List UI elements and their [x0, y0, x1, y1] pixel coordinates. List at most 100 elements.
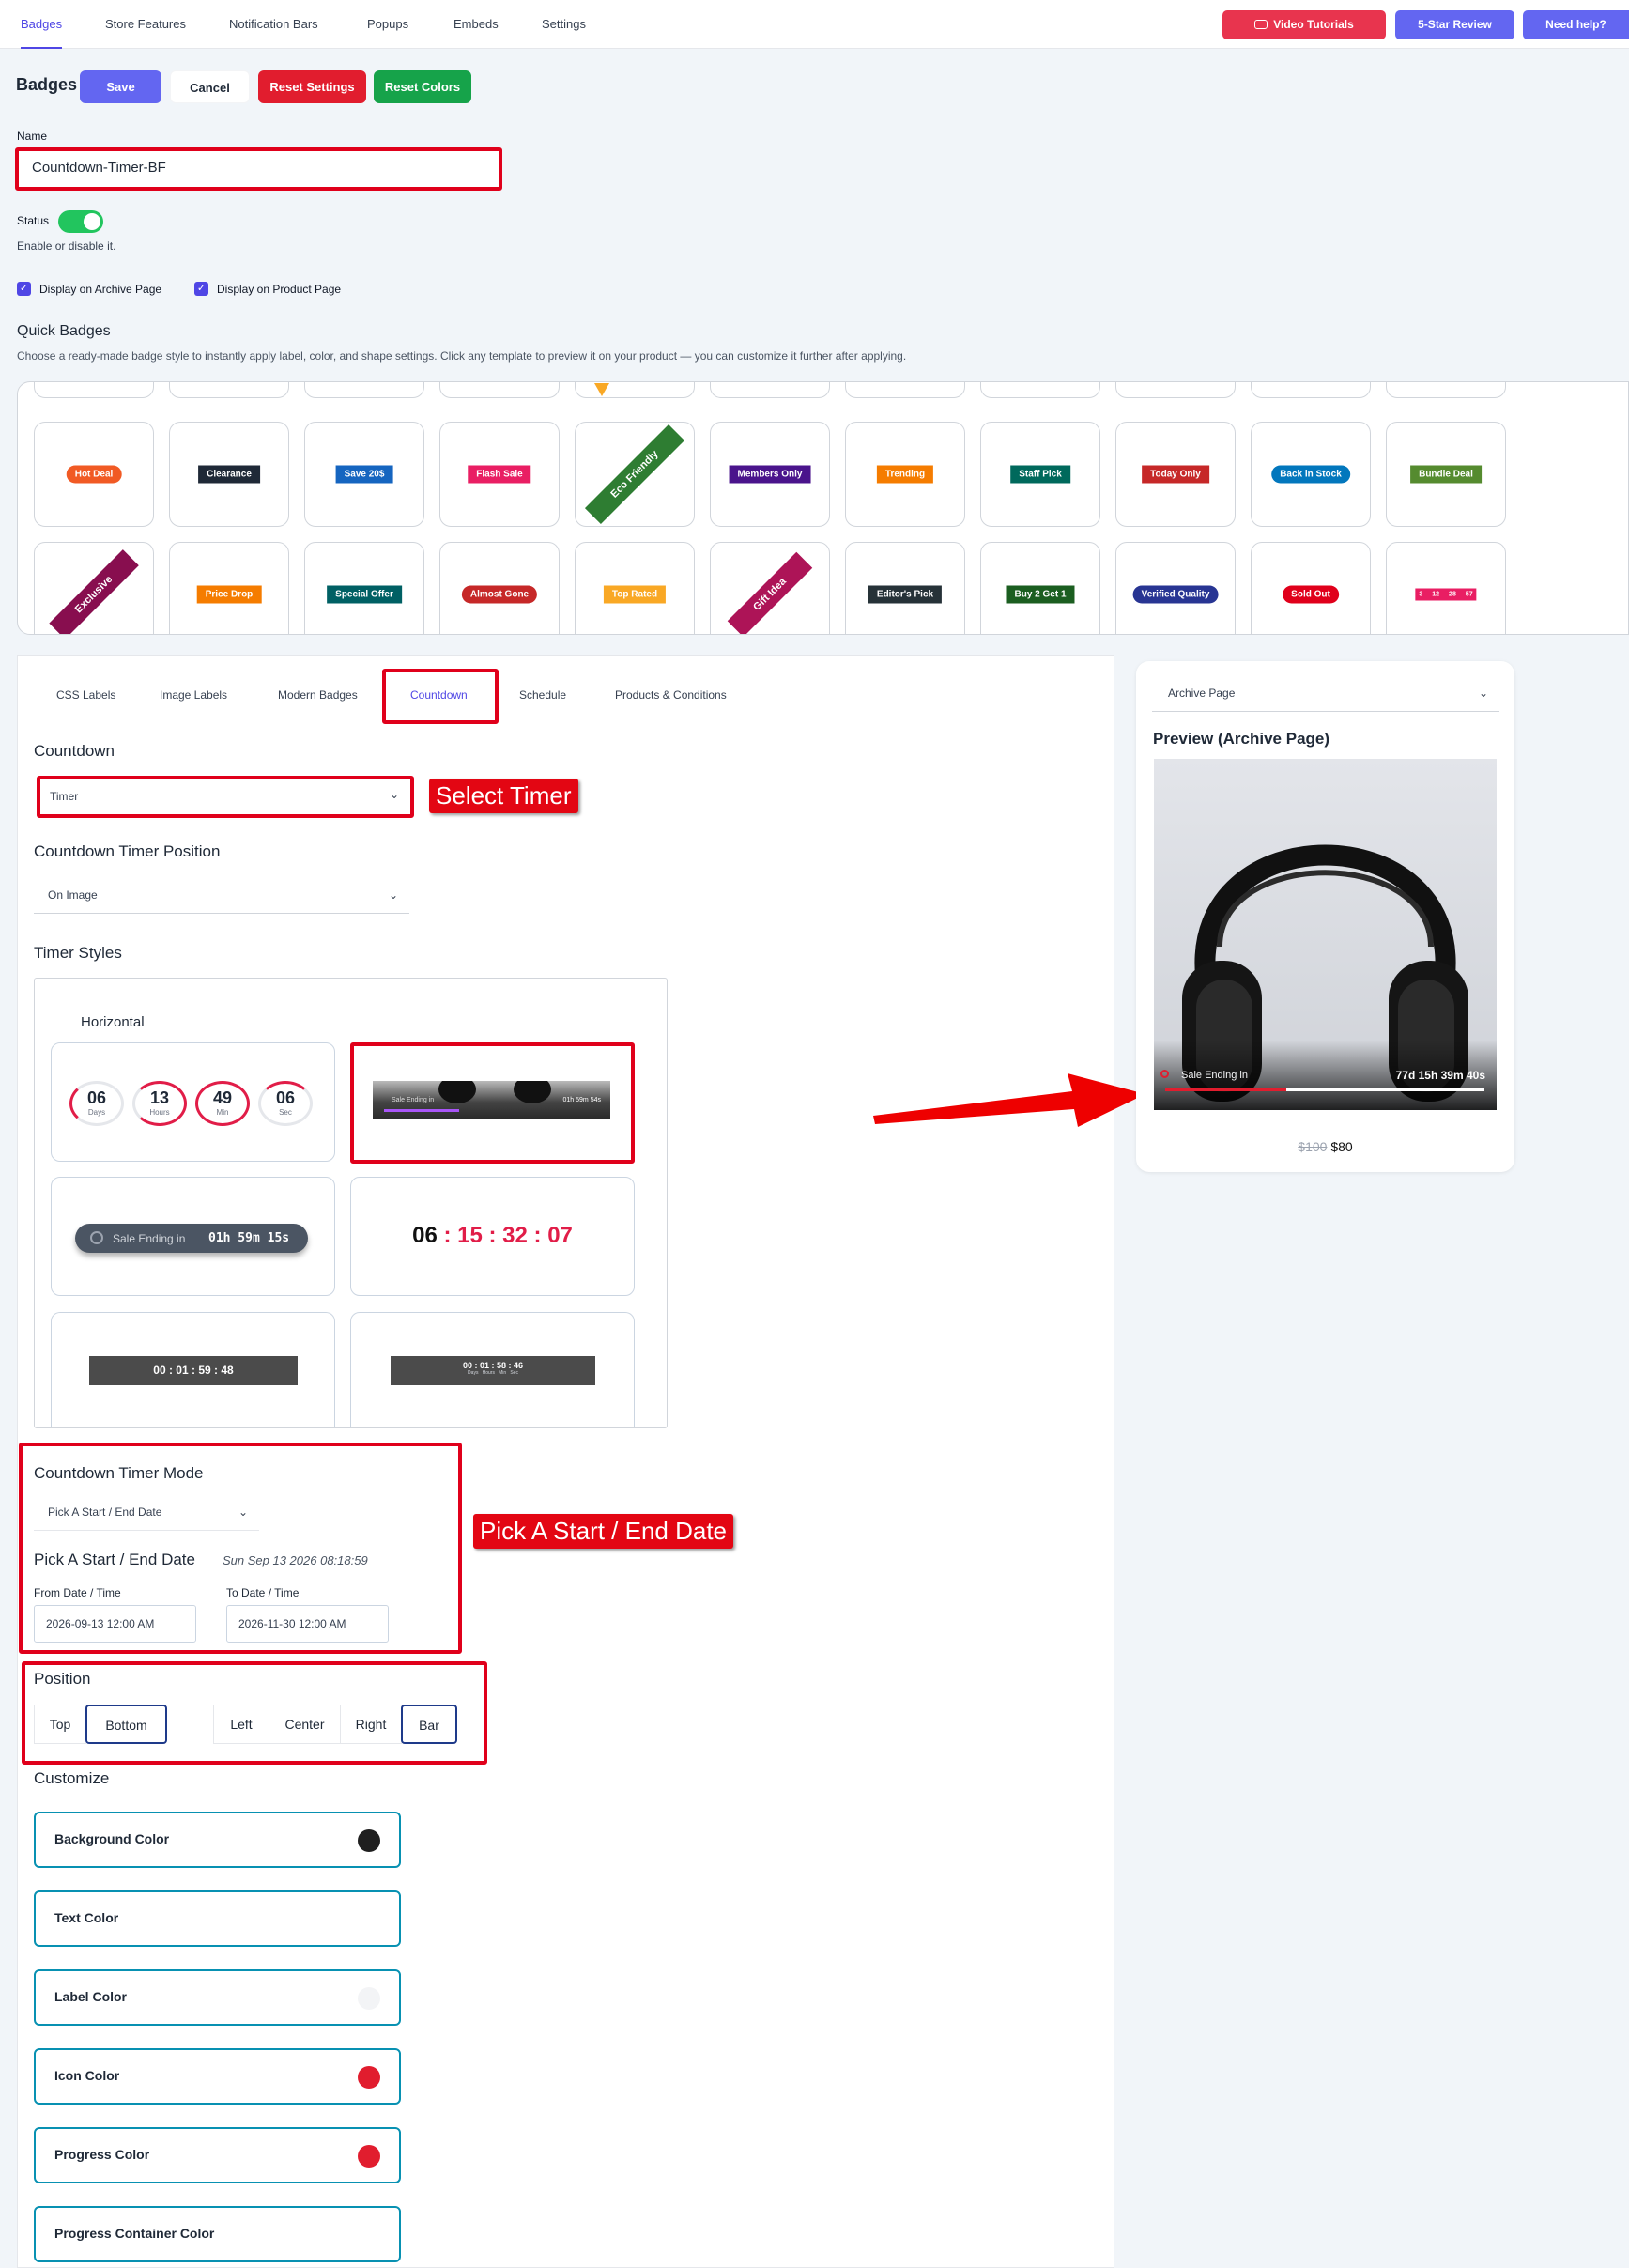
quick-badge-tile[interactable]: 3 12 28 57: [1386, 542, 1506, 634]
badge-shape: [594, 383, 609, 396]
customize-color-card[interactable]: Background Color: [34, 1812, 401, 1868]
preview-page-select[interactable]: Archive Page ⌄: [1152, 674, 1499, 712]
quick-badge-tile[interactable]: Special Offer: [304, 542, 424, 634]
quick-badge-tile[interactable]: Almost Gone: [439, 542, 560, 634]
countdown-position-select[interactable]: On Image ⌄: [34, 876, 409, 914]
position-bar-button[interactable]: Bar: [401, 1705, 457, 1744]
quick-badge-tile[interactable]: Hot Deal: [34, 422, 154, 527]
product-checkbox[interactable]: ✓: [194, 282, 208, 296]
color-swatch[interactable]: [358, 2145, 380, 2168]
headphone-cup-left: [438, 1081, 476, 1103]
quick-badge-tile-partial[interactable]: [1386, 382, 1506, 398]
customize-color-card[interactable]: Progress Color: [34, 2127, 401, 2183]
quick-badge-tile[interactable]: Gift Idea: [710, 542, 830, 634]
quick-badge-tile-partial[interactable]: [1251, 382, 1371, 398]
color-swatch[interactable]: [358, 2224, 380, 2246]
countdown-select[interactable]: Timer: [50, 790, 78, 803]
quick-badge-tile[interactable]: Exclusive: [34, 542, 154, 634]
subtab-css-labels[interactable]: CSS Labels: [56, 688, 115, 702]
nav-tab-popups[interactable]: Popups: [367, 0, 408, 49]
mode-select[interactable]: Pick A Start / End Date ⌄: [34, 1493, 259, 1531]
quick-badge-tile-partial[interactable]: [304, 382, 424, 398]
quick-badge-tile-partial[interactable]: [34, 382, 154, 398]
position-left-button[interactable]: Left: [213, 1705, 269, 1744]
timer-style-bar-selected[interactable]: Sale Ending in 01h 59m 54s: [350, 1042, 635, 1164]
subtab-image-labels[interactable]: Image Labels: [160, 688, 227, 702]
subtab-modern-badges[interactable]: Modern Badges: [278, 688, 358, 702]
video-tutorials-button[interactable]: Video Tutorials: [1222, 10, 1386, 39]
timer-style-circles[interactable]: 06 Days 13 Hours 49 Min 06 Sec: [51, 1042, 335, 1162]
subtab-schedule[interactable]: Schedule: [519, 688, 566, 702]
quick-badge-tile[interactable]: Verified Quality: [1115, 542, 1236, 634]
quick-badge-tile[interactable]: Back in Stock: [1251, 422, 1371, 527]
quick-badge-tile[interactable]: Clearance: [169, 422, 289, 527]
subtab-products-conditions[interactable]: Products & Conditions: [615, 688, 727, 702]
name-input[interactable]: Countdown-Timer-BF: [32, 160, 166, 176]
status-hint: Enable or disable it.: [17, 239, 116, 253]
review-button[interactable]: 5-Star Review: [1395, 10, 1514, 39]
top-nav: Badges Store Features Notification Bars …: [0, 0, 1629, 49]
position-right-button[interactable]: Right: [340, 1705, 402, 1744]
reset-settings-button[interactable]: Reset Settings: [258, 70, 366, 103]
timer-style-flat[interactable]: 00 : 01 : 59 : 48: [51, 1312, 335, 1427]
quick-badge-label: Today Only: [1142, 465, 1209, 484]
mini-countdown-badge: 3 12 28 57: [1415, 588, 1477, 601]
to-date-label: To Date / Time: [226, 1586, 300, 1599]
quick-badge-tile[interactable]: Trending: [845, 422, 965, 527]
quick-badge-tile-partial[interactable]: [169, 382, 289, 398]
customize-color-card[interactable]: Progress Container Color: [34, 2206, 401, 2262]
pick-date-link[interactable]: Sun Sep 13 2026 08:18:59: [223, 1553, 368, 1567]
quick-badge-tile[interactable]: Top Rated: [575, 542, 695, 634]
cancel-button[interactable]: Cancel: [170, 70, 250, 103]
quick-badge-tile[interactable]: Flash Sale: [439, 422, 560, 527]
quick-badge-tile-partial[interactable]: [575, 382, 695, 398]
circle-seconds: 06 Sec: [258, 1081, 313, 1126]
quick-badge-tile-partial[interactable]: [845, 382, 965, 398]
pill-timer: Sale Ending in 01h 59m 15s: [75, 1224, 308, 1253]
archive-checkbox[interactable]: ✓: [17, 282, 31, 296]
nav-tab-notification-bars[interactable]: Notification Bars: [229, 0, 318, 49]
customize-color-card[interactable]: Text Color: [34, 1890, 401, 1947]
countdown-title: Countdown: [34, 742, 115, 760]
nav-tab-store-features[interactable]: Store Features: [105, 0, 186, 49]
position-bottom-button[interactable]: Bottom: [85, 1705, 167, 1744]
status-toggle[interactable]: [58, 210, 103, 233]
quick-badge-label: Gift Idea: [727, 551, 813, 634]
customize-color-card[interactable]: Icon Color: [34, 2048, 401, 2105]
save-button[interactable]: Save: [80, 70, 161, 103]
subtab-countdown[interactable]: Countdown: [410, 688, 468, 702]
quick-badge-tile[interactable]: Eco Friendly: [575, 422, 695, 527]
nav-tab-badges[interactable]: Badges: [21, 0, 63, 49]
quick-badge-tile[interactable]: Staff Pick: [980, 422, 1100, 527]
nav-tab-embeds[interactable]: Embeds: [453, 0, 499, 49]
chevron-down-icon: ⌄: [389, 788, 399, 801]
quick-badge-tile[interactable]: Members Only: [710, 422, 830, 527]
color-swatch[interactable]: [358, 2066, 380, 2089]
quick-badge-tile[interactable]: Sold Out: [1251, 542, 1371, 634]
quick-badge-tile[interactable]: Editor's Pick: [845, 542, 965, 634]
color-swatch[interactable]: [358, 1908, 380, 1931]
need-help-button[interactable]: Need help?: [1523, 10, 1629, 39]
quick-badge-tile[interactable]: Price Drop: [169, 542, 289, 634]
color-swatch[interactable]: [358, 1829, 380, 1852]
timer-style-pill[interactable]: Sale Ending in 01h 59m 15s: [51, 1177, 335, 1296]
quick-badge-tile[interactable]: Today Only: [1115, 422, 1236, 527]
quick-badge-tile-partial[interactable]: [1115, 382, 1236, 398]
quick-badge-tile-partial[interactable]: [710, 382, 830, 398]
quick-badge-tile[interactable]: Bundle Deal: [1386, 422, 1506, 527]
quick-badge-tile-partial[interactable]: [439, 382, 560, 398]
nav-tab-settings[interactable]: Settings: [542, 0, 586, 49]
quick-badge-tile-partial[interactable]: [980, 382, 1100, 398]
position-top-button[interactable]: Top: [34, 1705, 86, 1744]
to-date-input[interactable]: 2026-11-30 12:00 AM: [226, 1605, 389, 1643]
color-swatch[interactable]: [358, 1987, 380, 2010]
timer-styles-title: Timer Styles: [34, 944, 122, 962]
customize-color-card[interactable]: Label Color: [34, 1969, 401, 2026]
timer-style-flat-units[interactable]: 00 : 01 : 58 : 46 Days Hours Min Sec: [350, 1312, 635, 1427]
reset-colors-button[interactable]: Reset Colors: [374, 70, 471, 103]
position-center-button[interactable]: Center: [269, 1705, 341, 1744]
from-date-input[interactable]: 2026-09-13 12:00 AM: [34, 1605, 196, 1643]
quick-badge-tile[interactable]: Save 20$: [304, 422, 424, 527]
timer-style-big-digits[interactable]: 06 : 15 : 32 : 07: [350, 1177, 635, 1296]
quick-badge-tile[interactable]: Buy 2 Get 1: [980, 542, 1100, 634]
